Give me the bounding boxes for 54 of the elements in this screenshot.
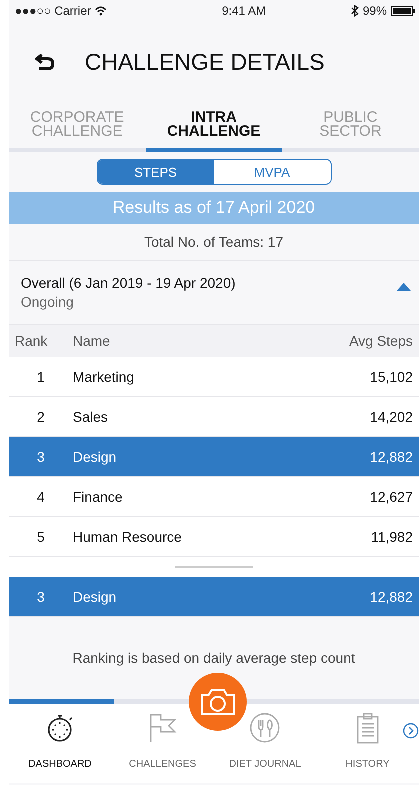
results-banner: Results as of 17 April 2020 — [9, 192, 419, 224]
column-header: Avg Steps — [349, 333, 413, 349]
segment-option[interactable]: MVPA — [214, 160, 330, 184]
back-arrow-icon — [35, 54, 55, 70]
clock-time: 9:41 AM — [222, 4, 266, 18]
chevron-right-icon — [403, 723, 419, 739]
nav-item[interactable]: DIET JOURNAL — [214, 712, 316, 770]
my-team-row[interactable]: 3 Design 12,882 — [9, 577, 419, 617]
name-cell-text: Design — [73, 448, 118, 464]
rank-cell-text: 1 — [36, 368, 46, 384]
steps-cell: 12,882 — [370, 588, 413, 604]
period-status: Ongoing — [21, 294, 75, 310]
wifi-icon — [95, 6, 108, 16]
footnote: Ranking is based on daily average step count — [72, 649, 356, 668]
table-row[interactable]: 2 Sales 14,202 — [9, 397, 419, 437]
table-row[interactable]: 5 Human Resource 11,982 — [9, 517, 419, 557]
team-count: Total No. of Teams: 17 — [9, 224, 419, 261]
period-title: Overall (6 Jan 2019 - 19 Apr 2020) — [21, 275, 237, 291]
back-button[interactable] — [35, 54, 55, 70]
camera-icon — [200, 688, 236, 716]
table-row[interactable]: 3 Design 12,882 — [9, 437, 419, 477]
fork-knife-icon — [249, 712, 282, 745]
battery-percent: 99% — [362, 4, 387, 18]
column-header: Rank — [15, 333, 49, 349]
nav-item[interactable]: HISTORY — [316, 712, 419, 770]
name-cell-text: Marketing — [73, 368, 136, 384]
drag-handle[interactable] — [175, 566, 253, 568]
name-cell-text: Design — [73, 588, 118, 604]
steps-cell: 15,102 — [370, 368, 413, 384]
nav-item[interactable]: CHALLENGES — [112, 712, 214, 770]
tab[interactable]: INTRA CHALLENGE — [146, 102, 282, 152]
name-cell-text: Sales — [73, 408, 110, 424]
table-row[interactable]: 4 Finance 12,627 — [9, 477, 419, 517]
steps-cell: 12,627 — [370, 488, 413, 504]
name-cell-text: Human Resource — [73, 528, 183, 544]
battery-icon — [391, 6, 415, 16]
rank-cell-text: 5 — [36, 528, 46, 544]
rank-cell-text: 3 — [36, 448, 46, 464]
caret-up-icon[interactable] — [397, 282, 411, 290]
column-header: Name — [73, 333, 112, 349]
nav-item[interactable]: DASHBOARD — [9, 712, 112, 770]
carrier-label: ●●●○○ Carrier — [15, 4, 92, 18]
name-cell-text: Finance — [73, 488, 124, 504]
steps-cell: 14,202 — [370, 408, 413, 424]
rank-cell-text: 4 — [36, 488, 46, 504]
steps-cell: 11,982 — [371, 528, 413, 544]
page-title: CHALLENGE DETAILS — [85, 48, 325, 76]
more-button[interactable] — [403, 723, 419, 739]
table-row[interactable]: 1 Marketing 15,102 — [9, 357, 419, 397]
bluetooth-icon — [350, 5, 359, 17]
steps-cell: 12,882 — [370, 448, 413, 464]
rank-cell-text: 2 — [36, 408, 46, 424]
segment-option[interactable]: STEPS — [98, 160, 214, 184]
rank-cell-text: 3 — [36, 588, 46, 604]
